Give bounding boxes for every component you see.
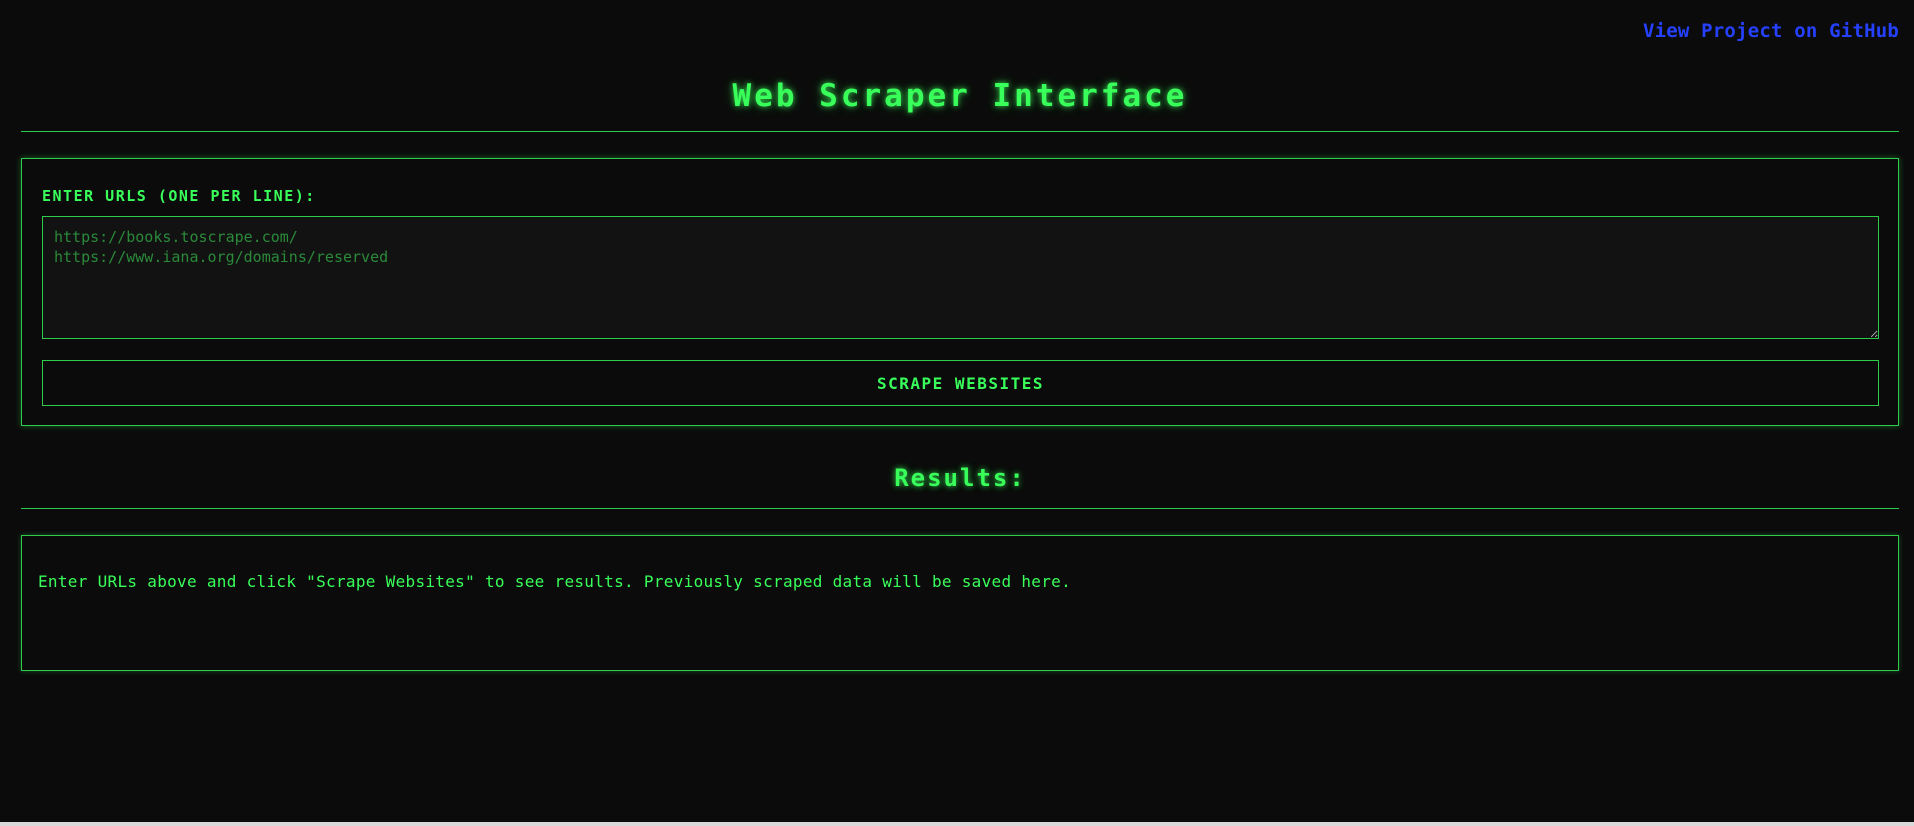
urls-label: ENTER URLS (ONE PER LINE): [42,187,316,205]
results-divider [21,508,1899,509]
page: View Project on GitHub Web Scraper Inter… [21,0,1899,822]
urls-textarea[interactable] [42,216,1879,339]
window-bottom-edge [0,822,1914,826]
results-message: Enter URLs above and click "Scrape Websi… [38,572,1072,591]
url-input-panel: ENTER URLS (ONE PER LINE): SCRAPE WEBSIT… [21,158,1899,426]
scrape-websites-button[interactable]: SCRAPE WEBSITES [42,360,1879,406]
github-link[interactable]: View Project on GitHub [1643,20,1899,42]
results-title: Results: [894,464,1026,492]
results-panel: Enter URLs above and click "Scrape Websi… [21,535,1899,671]
page-title: Web Scraper Interface [732,78,1188,114]
title-divider [21,131,1899,132]
